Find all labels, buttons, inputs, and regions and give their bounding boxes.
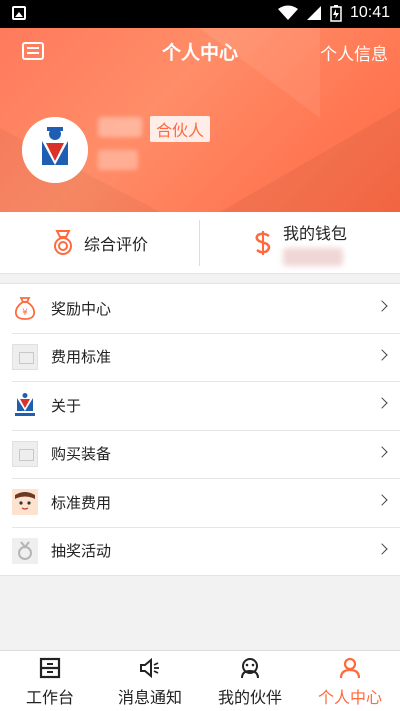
partner-icon	[241, 658, 259, 679]
user-sub-redacted	[98, 150, 138, 170]
avatar[interactable]	[22, 117, 88, 183]
profile-header: 个人中心 个人信息 合伙人	[0, 28, 400, 212]
signal-icon	[306, 6, 321, 20]
image-placeholder-icon	[12, 343, 38, 370]
logo-icon	[15, 393, 35, 416]
stats-bar: 综合评价 我的钱包	[0, 212, 400, 274]
list-item-buy-equipment[interactable]: 购买装备	[0, 429, 400, 479]
lottery-icon	[12, 537, 38, 564]
list-item-label: 费用标准	[51, 348, 112, 367]
menu-list: ¥ 奖励中心 费用标准 关于 购买装备 标准费用 抽奖活动	[0, 283, 400, 576]
list-item-label: 奖励中心	[51, 299, 112, 318]
list-item-lottery[interactable]: 抽奖活动	[0, 526, 400, 576]
tab-label: 工作台	[25, 688, 74, 707]
tab-personal-center[interactable]: 个人中心	[300, 651, 400, 711]
list-item-label: 关于	[51, 396, 82, 415]
battery-icon	[330, 5, 342, 22]
chevron-right-icon	[376, 348, 388, 361]
image-placeholder-icon	[12, 440, 38, 467]
list-item-label: 购买装备	[51, 445, 112, 464]
gallery-icon	[12, 6, 26, 20]
user-name-redacted	[98, 117, 142, 137]
chevron-right-icon	[376, 445, 388, 458]
stats-divider	[199, 220, 200, 266]
rating-label: 综合评价	[84, 235, 149, 254]
chevron-right-icon	[376, 397, 388, 409]
tab-notifications[interactable]: 消息通知	[100, 651, 200, 711]
tab-label: 个人中心	[317, 688, 382, 707]
cartoon-avatar-icon	[12, 489, 38, 515]
status-bar: 10:41	[0, 0, 400, 28]
wallet-button[interactable]	[254, 212, 272, 274]
dollar-icon	[255, 231, 271, 255]
chevron-right-icon	[376, 494, 388, 506]
rating-button[interactable]: 综合评价	[52, 212, 148, 274]
status-time: 10:41	[349, 4, 390, 21]
svg-text:¥: ¥	[22, 308, 28, 318]
wallet-label: 我的钱包	[283, 224, 348, 243]
tab-workbench[interactable]: 工作台	[0, 651, 100, 711]
list-item-reward-center[interactable]: ¥ 奖励中心	[0, 284, 400, 333]
avatar-logo-icon	[22, 117, 88, 183]
money-bag-icon: ¥	[14, 297, 36, 320]
person-icon	[339, 657, 361, 679]
tab-partners[interactable]: 我的伙伴	[200, 651, 300, 711]
list-item-about[interactable]: 关于	[0, 381, 400, 430]
list-item-fee-standard[interactable]: 费用标准	[0, 332, 400, 382]
chevron-right-icon	[376, 542, 388, 555]
personal-info-link[interactable]: 个人信息	[320, 40, 388, 65]
list-item-standard-fee[interactable]: 标准费用	[0, 478, 400, 527]
workbench-icon	[39, 657, 61, 679]
tab-label: 消息通知	[117, 688, 182, 707]
chevron-right-icon	[376, 300, 388, 312]
tab-label: 我的伙伴	[217, 688, 282, 707]
bottom-tab-bar: 工作台 消息通知 我的伙伴 个人中心	[0, 650, 400, 711]
wallet-amount-redacted	[283, 248, 343, 266]
list-item-label: 标准费用	[51, 493, 112, 512]
list-item-label: 抽奖活动	[51, 542, 112, 561]
medal-icon	[54, 230, 72, 255]
status-icons: 10:41	[277, 4, 390, 22]
partner-badge: 合伙人	[150, 116, 211, 142]
wifi-icon	[277, 5, 298, 20]
speaker-icon	[140, 657, 159, 679]
